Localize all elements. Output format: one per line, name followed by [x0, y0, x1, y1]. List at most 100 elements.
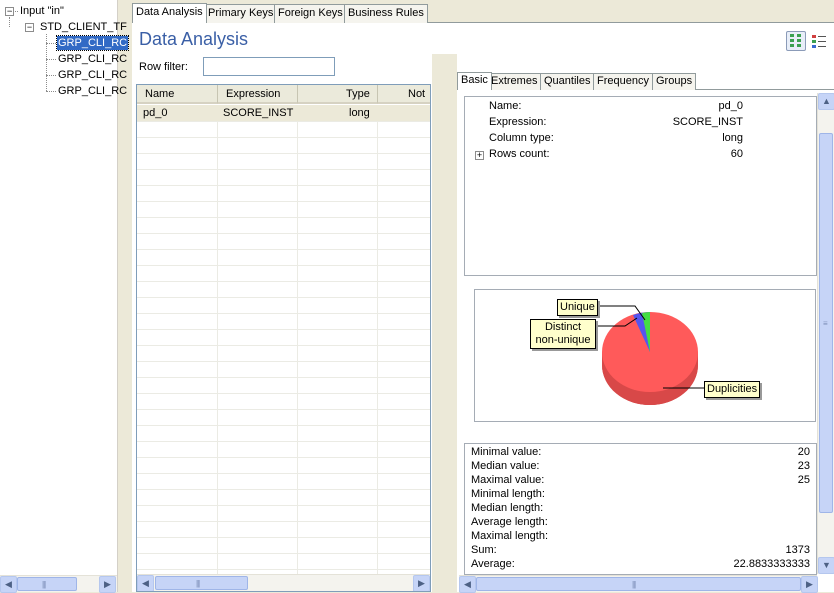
grid-row-line: [137, 313, 430, 314]
property-value: pd_0: [718, 100, 743, 112]
list-view-icon[interactable]: [809, 31, 829, 51]
tab-foreign-keys[interactable]: Foreign Keys: [274, 4, 347, 23]
stat-label: Median value:: [471, 460, 540, 472]
cell-name: pd_0: [143, 107, 168, 119]
stats-horizontal-scrollbar[interactable]: ◀ ||| ▶: [459, 575, 818, 593]
row-filter-label: Row filter:: [139, 61, 188, 73]
stat-label: Minimal value:: [471, 446, 542, 458]
grid-row-line: [137, 553, 430, 554]
scroll-thumb[interactable]: |||: [17, 577, 77, 591]
stats-vertical-scrollbar[interactable]: ▲ ≡ ▼: [817, 93, 834, 574]
pane-splitter[interactable]: [432, 54, 457, 592]
tree-item[interactable]: GRP_CLI_RC: [55, 35, 130, 51]
grid-row-line: [137, 153, 430, 154]
tree-root[interactable]: Input "in": [20, 4, 64, 18]
tab-quantiles[interactable]: Quantiles: [540, 73, 595, 90]
grid-row-line: [137, 521, 430, 522]
property-label: Name:: [489, 100, 522, 112]
scroll-left-icon[interactable]: ◀: [0, 576, 17, 593]
row-filter-input[interactable]: [203, 57, 335, 76]
property-label: Rows count:: [489, 148, 550, 160]
stat-label: Average length:: [471, 516, 548, 528]
scroll-right-icon[interactable]: ▶: [801, 576, 818, 593]
scroll-down-icon[interactable]: ▼: [818, 557, 834, 574]
tab-frequency[interactable]: Frequency: [593, 73, 653, 90]
scroll-up-icon[interactable]: ▲: [818, 93, 834, 110]
tab-groups[interactable]: Groups: [652, 73, 697, 90]
tab-extremes[interactable]: Extremes: [487, 73, 542, 90]
grid-row-line: [137, 121, 430, 122]
property-value: SCORE_INST: [672, 116, 743, 128]
stat-value: 1373: [785, 544, 810, 556]
property-label: Expression:: [489, 116, 547, 128]
grid-row-line: [137, 217, 430, 218]
tree-item[interactable]: GRP_CLI_RC: [58, 84, 127, 98]
stat-value: 25: [797, 474, 810, 486]
label-distinct-non-unique: Distinct non-unique: [530, 319, 596, 349]
property-value: long: [722, 132, 743, 144]
grid-row-line: [137, 441, 430, 442]
tree-horizontal-scrollbar[interactable]: ◀ ||| ▶: [0, 575, 117, 593]
basic-properties-panel: Name: pd_0 Expression: SCORE_INST Column…: [464, 96, 817, 276]
stat-label: Average:: [471, 558, 515, 570]
pie-chart: [596, 305, 705, 405]
grid-row-line: [137, 297, 430, 298]
expand-icon[interactable]: +: [475, 151, 484, 160]
table-row[interactable]: pd_0 SCORE_INST long: [137, 105, 430, 121]
columns-table[interactable]: Name Expression Type Not pd_0 SCORE_INST…: [136, 84, 431, 592]
tab-primary-keys[interactable]: Primary Keys: [204, 4, 278, 23]
column-header-not[interactable]: Not: [378, 85, 430, 104]
grid-row-line: [137, 345, 430, 346]
cell-type: long: [349, 107, 370, 119]
statistics-panel: Minimal value: 20 Median value: 23 Maximal v…: [464, 443, 817, 575]
grid-row-line: [137, 233, 430, 234]
grid-row-line: [137, 425, 430, 426]
grid-view-icon[interactable]: [786, 31, 806, 51]
scroll-left-icon[interactable]: ◀: [459, 576, 476, 593]
grid-row-line: [137, 393, 430, 394]
collapse-icon[interactable]: −: [25, 23, 34, 32]
tree-item[interactable]: GRP_CLI_RC: [58, 52, 127, 66]
grid-row-line: [137, 489, 430, 490]
grid-row-line: [137, 537, 430, 538]
grid-row-line: [137, 185, 430, 186]
page-title: Data Analysis: [139, 29, 249, 49]
stat-label: Maximal length:: [471, 530, 549, 542]
cell-expression: SCORE_INST: [223, 107, 294, 119]
stat-value: 23: [797, 460, 810, 472]
property-value: 60: [730, 148, 743, 160]
property-label: Column type:: [489, 132, 554, 144]
stat-label: Maximal value:: [471, 474, 545, 486]
column-header-type[interactable]: Type: [298, 85, 378, 104]
scroll-thumb[interactable]: |||: [155, 576, 248, 590]
grid-row-line: [137, 281, 430, 282]
label-unique: Unique: [557, 299, 598, 316]
tree-item[interactable]: GRP_CLI_RC: [58, 68, 127, 82]
stat-label: Sum:: [471, 544, 497, 556]
grid-row-line: [137, 201, 430, 202]
grid-row-line: [137, 409, 430, 410]
grid-row-line: [137, 169, 430, 170]
column-header-expression[interactable]: Expression: [218, 85, 298, 104]
scroll-right-icon[interactable]: ▶: [413, 575, 430, 591]
grid-row-line: [137, 249, 430, 250]
tab-data-analysis[interactable]: Data Analysis: [132, 3, 207, 23]
tab-business-rules[interactable]: Business Rules: [344, 4, 428, 23]
tree-child[interactable]: STD_CLIENT_TF: [40, 20, 127, 34]
tab-basic[interactable]: Basic: [457, 72, 492, 90]
grid-row-line: [137, 569, 430, 570]
scroll-left-icon[interactable]: ◀: [137, 575, 154, 591]
grid-row-line: [137, 457, 430, 458]
column-header-name[interactable]: Name: [137, 85, 218, 104]
navigator-tree[interactable]: − Input "in" − STD_CLIENT_TF GRP_CLI_RC …: [0, 0, 130, 593]
grid-row-line: [137, 329, 430, 330]
table-horizontal-scrollbar[interactable]: ◀ ||| ▶: [137, 574, 430, 591]
stat-value: 22.8833333333: [733, 558, 810, 570]
scroll-thumb[interactable]: |||: [476, 577, 801, 591]
uniqueness-pie-panel: Unique Distinct non-unique Duplicities: [474, 289, 816, 422]
scroll-right-icon[interactable]: ▶: [99, 576, 116, 593]
grid-row-line: [137, 473, 430, 474]
scroll-thumb[interactable]: ≡: [819, 133, 833, 513]
stat-label: Minimal length:: [471, 488, 545, 500]
grid-row-line: [137, 377, 430, 378]
